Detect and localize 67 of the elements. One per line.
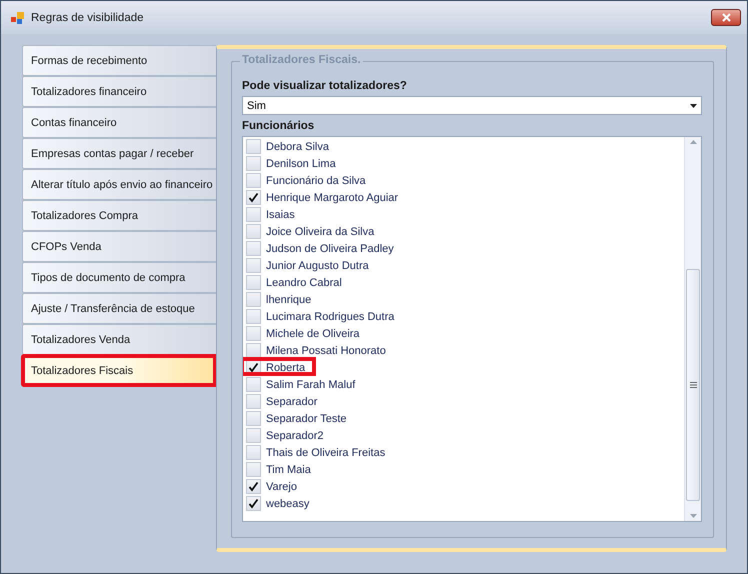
- checkbox[interactable]: [246, 377, 261, 392]
- side-tab[interactable]: Formas de recebimento: [22, 45, 216, 76]
- employee-name: Tim Maia: [266, 464, 311, 476]
- side-tab[interactable]: Ajuste / Transferência de estoque: [22, 293, 216, 324]
- checkbox[interactable]: [246, 241, 261, 256]
- employee-name: Separador Teste: [266, 412, 347, 424]
- side-tab[interactable]: Contas financeiro: [22, 107, 216, 138]
- employee-name: Varejo: [266, 480, 297, 492]
- employee-name: Judson de Oliveira Padley: [266, 242, 394, 254]
- side-tab[interactable]: Totalizadores Venda: [22, 324, 216, 355]
- checkbox[interactable]: [246, 275, 261, 290]
- checkbox[interactable]: [246, 411, 261, 426]
- checkbox[interactable]: [246, 326, 261, 341]
- employee-name: Denilson Lima: [266, 158, 336, 170]
- side-tab[interactable]: Alterar título após envio ao financeiro: [22, 169, 216, 200]
- employee-name: Debora Silva: [266, 140, 329, 152]
- checkbox[interactable]: [246, 156, 261, 171]
- close-button[interactable]: [711, 9, 741, 26]
- employee-name: Thais de Oliveira Freitas: [266, 446, 386, 458]
- side-tab[interactable]: Totalizadores Compra: [22, 200, 216, 231]
- employee-name: Michele de Oliveira: [266, 328, 360, 340]
- checkbox[interactable]: [246, 190, 261, 205]
- checkbox[interactable]: [246, 445, 261, 460]
- side-tab[interactable]: Totalizadores Fiscais: [22, 355, 216, 386]
- checkbox[interactable]: [246, 292, 261, 307]
- app-icon: [11, 12, 25, 24]
- checkbox[interactable]: [246, 479, 261, 494]
- employee-name: Roberta: [266, 362, 306, 374]
- employee-name: Isaias: [266, 208, 295, 220]
- side-tab[interactable]: Empresas contas pagar / receber: [22, 138, 216, 169]
- employee-name: Separador2: [266, 430, 324, 442]
- employee-name: Henrique Margaroto Aguiar: [266, 192, 398, 204]
- checkbox[interactable]: [246, 428, 261, 443]
- employee-name: Milena Possati Honorato: [266, 344, 386, 356]
- grip-icon[interactable]: [690, 382, 696, 388]
- side-tab[interactable]: Tipos de documento de compra: [22, 262, 216, 293]
- employee-name: webeasy: [266, 498, 310, 510]
- checkbox[interactable]: [246, 207, 261, 222]
- employee-name: Junior Augusto Dutra: [266, 260, 369, 272]
- checkbox[interactable]: [246, 496, 261, 511]
- employee-name: lhenrique: [266, 294, 312, 306]
- side-tab[interactable]: Totalizadores financeiro: [22, 76, 216, 107]
- window-title: Regras de visibilidade: [31, 12, 145, 24]
- checkbox[interactable]: [246, 394, 261, 409]
- side-tab[interactable]: CFOPs Venda: [22, 231, 216, 262]
- checkbox[interactable]: [246, 462, 261, 477]
- employee-name: Funcionário da Silva: [266, 174, 366, 186]
- employee-name: Separador: [266, 396, 318, 408]
- scroll-down-icon[interactable]: [690, 514, 696, 518]
- employee-name: Salim Farah Maluf: [266, 378, 356, 390]
- checkbox[interactable]: [246, 343, 261, 358]
- dropdown[interactable]: Sim: [242, 96, 702, 115]
- checkbox[interactable]: [246, 224, 261, 239]
- checkbox[interactable]: [246, 173, 261, 188]
- close-icon: [722, 13, 730, 22]
- group-title: Totalizadores Fiscais.: [240, 54, 363, 66]
- checkbox[interactable]: [246, 258, 261, 273]
- scroll-up-icon[interactable]: [690, 140, 696, 144]
- checkbox[interactable]: [246, 139, 261, 154]
- employee-name: Leandro Cabral: [266, 276, 342, 288]
- scrollbar[interactable]: [684, 137, 701, 521]
- checkbox[interactable]: [246, 309, 261, 324]
- dropdown-arrow-icon: [690, 104, 697, 108]
- list-label: Funcionários: [242, 119, 316, 134]
- employee-name: Lucimara Rodrigues Dutra: [266, 310, 394, 322]
- employee-name: Joice Oliveira da Silva: [266, 226, 374, 238]
- field-label: Pode visualizar totalizadores?: [242, 79, 408, 94]
